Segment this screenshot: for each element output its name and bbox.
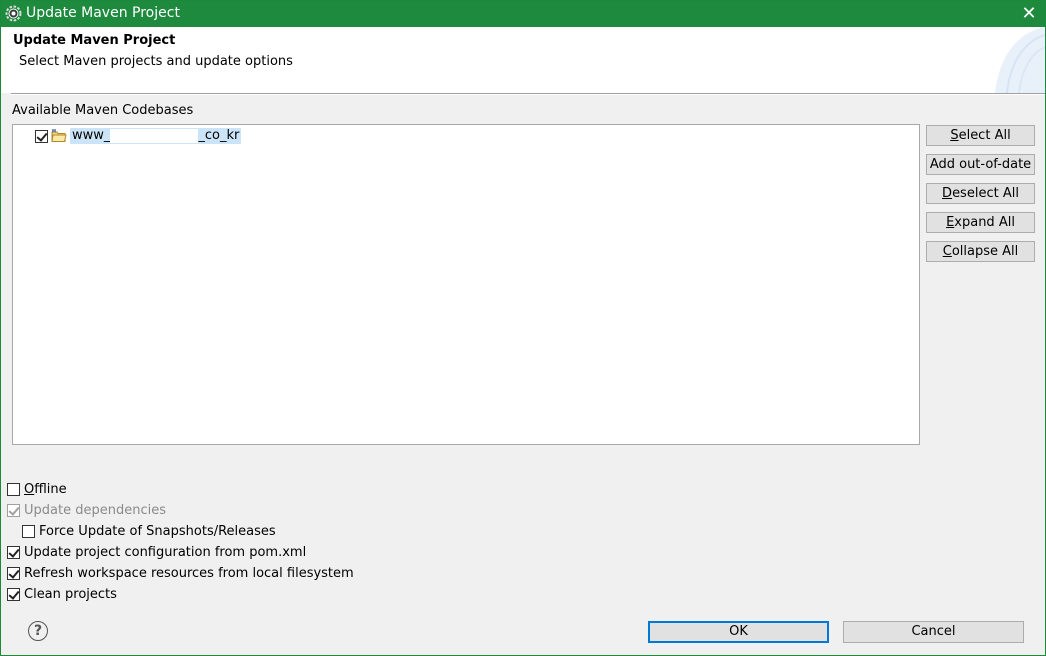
- update-dependencies-label: Update dependencies: [24, 502, 166, 518]
- wizard-header: Update Maven Project Select Maven projec…: [1, 27, 1045, 93]
- collapse-all-button[interactable]: Collapse All: [926, 241, 1035, 262]
- update-config-label: Update project configuration from pom.xm…: [24, 544, 307, 560]
- clean-projects-option[interactable]: Clean projects: [7, 586, 117, 602]
- add-out-of-date-label: Add out-of-date: [929, 157, 1032, 172]
- close-button[interactable]: ✕: [1019, 4, 1039, 24]
- help-icon[interactable]: ?: [28, 621, 48, 641]
- ok-button[interactable]: OK: [648, 621, 829, 643]
- banner-decoration-icon: [995, 27, 1045, 93]
- page-subtitle: Select Maven projects and update options: [19, 54, 293, 69]
- update-config-option[interactable]: Update project configuration from pom.xm…: [7, 544, 306, 560]
- offline-label: Offline: [24, 482, 67, 497]
- deselect-all-mnemonic: D: [942, 186, 953, 201]
- select-all-label: elect All: [958, 128, 1011, 143]
- tree-item[interactable]: M www_ _co_kr: [35, 127, 242, 145]
- offline-label-rest: ffline: [34, 481, 67, 497]
- cancel-button[interactable]: Cancel: [843, 621, 1024, 643]
- deselect-all-button[interactable]: Deselect All: [926, 183, 1035, 204]
- refresh-workspace-label: Refresh workspace resources from local f…: [24, 565, 354, 581]
- force-update-option[interactable]: Force Update of Snapshots/Releases: [22, 523, 276, 539]
- project-name-suffix: _co_kr: [198, 128, 240, 143]
- page-title: Update Maven Project: [13, 33, 176, 48]
- dialog-window: Update Maven Project ✕ Update Maven Proj…: [0, 0, 1046, 656]
- select-all-mnemonic: S: [950, 128, 959, 143]
- update-dependencies-checkbox: [7, 503, 20, 517]
- deselect-all-label: eselect All: [952, 186, 1019, 201]
- collapse-all-label: ollapse All: [951, 244, 1019, 259]
- offline-checkbox[interactable]: [7, 482, 20, 496]
- maven-project-folder-icon: M: [51, 129, 67, 142]
- codebases-tree[interactable]: M www_ _co_kr: [12, 124, 920, 445]
- svg-text:M: M: [52, 129, 56, 134]
- refresh-workspace-checkbox[interactable]: [7, 566, 20, 580]
- project-name[interactable]: www_ _co_kr: [70, 128, 242, 144]
- force-update-checkbox[interactable]: [22, 524, 35, 538]
- expand-all-label: xpand All: [954, 215, 1015, 230]
- expand-all-button[interactable]: Expand All: [926, 212, 1035, 233]
- title-bar: Update Maven Project ✕: [1, 1, 1045, 27]
- force-update-label: Force Update of Snapshots/Releases: [39, 523, 276, 539]
- window-title: Update Maven Project: [26, 5, 180, 21]
- project-checkbox[interactable]: [35, 129, 48, 143]
- select-all-button[interactable]: Select All: [926, 125, 1035, 146]
- redacted-region: [110, 129, 199, 143]
- clean-projects-checkbox[interactable]: [7, 587, 20, 601]
- collapse-all-mnemonic: C: [942, 244, 952, 259]
- project-name-prefix: www_: [72, 128, 111, 143]
- clean-projects-label: Clean projects: [24, 586, 117, 602]
- codebases-label: Available Maven Codebases: [12, 103, 194, 118]
- offline-mnemonic: O: [24, 481, 35, 497]
- add-out-of-date-button[interactable]: Add out-of-date: [926, 154, 1035, 175]
- eclipse-gear-icon: [5, 5, 22, 22]
- update-config-checkbox[interactable]: [7, 545, 20, 559]
- update-dependencies-option: Update dependencies: [7, 502, 166, 518]
- refresh-workspace-option[interactable]: Refresh workspace resources from local f…: [7, 565, 354, 581]
- offline-option[interactable]: Offline: [7, 481, 67, 497]
- close-icon: ✕: [1021, 3, 1037, 24]
- header-separator-highlight: [11, 94, 1045, 95]
